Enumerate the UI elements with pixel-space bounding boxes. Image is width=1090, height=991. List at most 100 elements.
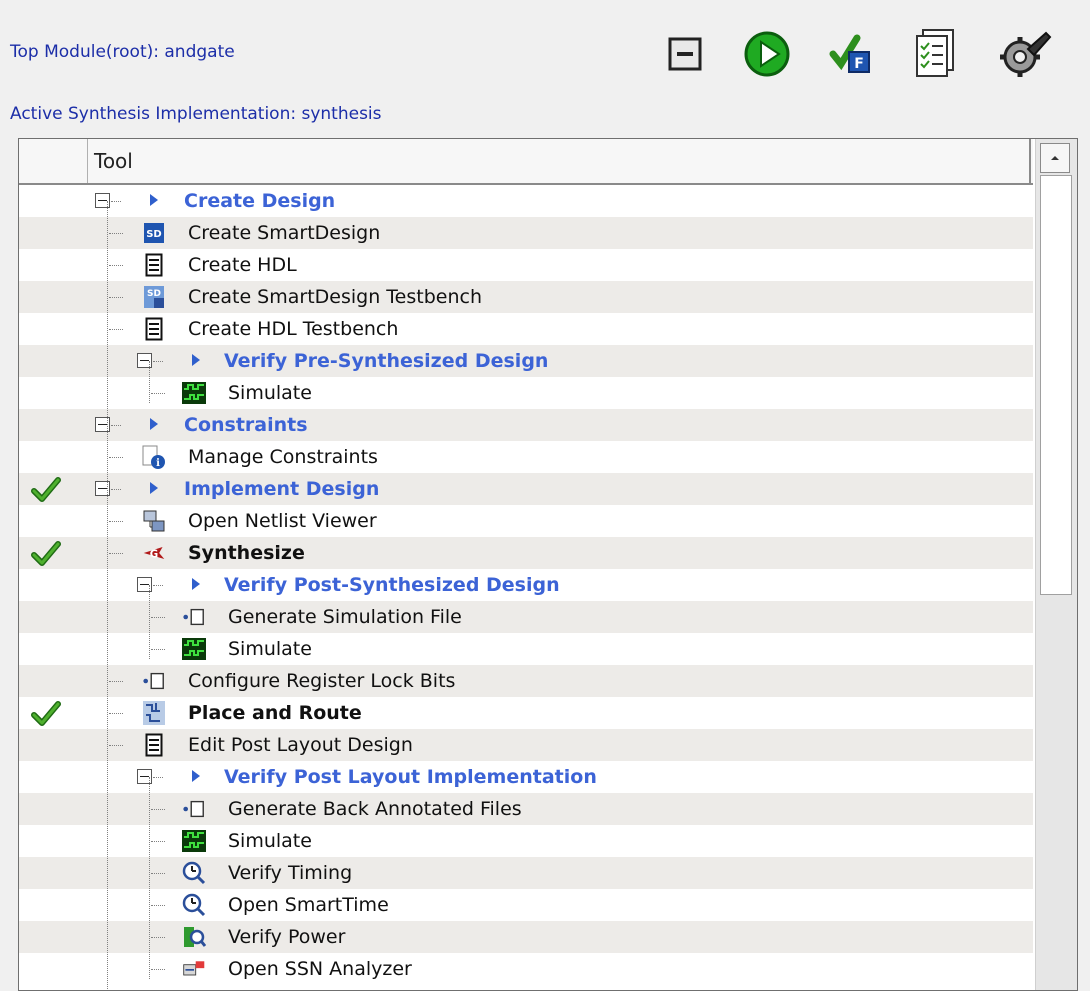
document-icon [142,317,166,341]
group-arrow-icon [150,482,158,494]
tree-row-label: Simulate [228,830,312,852]
smartdesign-testbench-icon: SD [142,285,166,309]
group-arrow-icon [192,770,200,782]
tree-header: Tool [19,139,1033,185]
completed-check-icon [31,541,61,567]
tree-group-row[interactable]: Constraints [19,409,1033,441]
svg-text:F: F [854,56,864,72]
tree-group-row[interactable]: Verify Post-Synthesized Design [19,569,1033,601]
tree-item-row[interactable]: Simulate [19,377,1033,409]
tree-item-row[interactable]: Open SSN Analyzer [19,953,1033,985]
power-icon [182,925,206,949]
completed-check-icon [31,701,61,727]
tree-row-label: Open Netlist Viewer [188,510,377,532]
place-route-icon [142,701,166,725]
report-button[interactable] [905,22,965,86]
tree-row-label: Verify Power [228,926,346,948]
group-arrow-icon [192,354,200,366]
generate-file-icon [182,797,206,821]
tree-row-label: Synthesize [188,542,305,564]
wrench-gear-icon [1000,31,1052,77]
tree-item-row[interactable]: G Synthesize [19,537,1033,569]
tree-row-label: Verify Post-Synthesized Design [224,574,560,596]
scroll-thumb[interactable] [1040,175,1072,595]
collapse-icon [668,37,702,71]
timing-icon [182,861,206,885]
tree-item-row[interactable]: Simulate [19,825,1033,857]
tree-row-label: Create SmartDesign [188,222,381,244]
tree-item-row[interactable]: Place and Route [19,697,1033,729]
tree-row-label: Create SmartDesign Testbench [188,286,482,308]
tree-row-label: Simulate [228,638,312,660]
svg-text:G: G [150,548,158,560]
svg-text:i: i [156,458,160,469]
tree-group-row[interactable]: Implement Design [19,473,1033,505]
group-arrow-icon [150,194,158,206]
tree-item-row[interactable]: Generate Simulation File [19,601,1033,633]
tree-row-label: Verify Timing [228,862,353,884]
synthesize-icon: G [142,541,166,565]
tree-item-row[interactable]: Simulate [19,633,1033,665]
collapse-all-button[interactable] [655,22,715,86]
tool-column-header[interactable]: Tool [88,139,1031,183]
timing-icon [182,893,206,917]
tree-row-label: Implement Design [184,478,380,500]
active-implementation-label: Active Synthesis Implementation: synthes… [10,104,382,124]
status-column-header[interactable] [19,139,88,183]
tree-item-row[interactable]: Edit Post Layout Design [19,729,1033,761]
scroll-up-arrow[interactable] [1040,143,1070,173]
tree-item-row[interactable]: Open SmartTime [19,889,1033,921]
group-arrow-icon [150,418,158,430]
generate-file-icon [142,669,166,693]
run-button[interactable] [737,22,797,86]
tree-row-label: Create Design [184,190,336,212]
flow-check-button[interactable]: F [821,22,881,86]
tree-row-label: Generate Back Annotated Files [228,798,522,820]
tree-row-label: Edit Post Layout Design [188,734,413,756]
tree-group-row[interactable]: Verify Pre-Synthesized Design [19,345,1033,377]
document-icon [142,253,166,277]
tree-row-label: Generate Simulation File [228,606,462,628]
completed-check-icon [31,477,61,503]
tree-item-row[interactable]: Create HDL Testbench [19,313,1033,345]
design-flow-toolbar: F [655,22,1065,92]
tree-row-label: Create HDL [188,254,297,276]
tree-item-row[interactable]: Configure Register Lock Bits [19,665,1033,697]
waveform-icon [182,637,206,661]
vertical-scrollbar[interactable] [1035,139,1077,990]
tree-item-row[interactable]: Verify Timing [19,857,1033,889]
tree-item-row[interactable]: Create HDL [19,249,1033,281]
group-arrow-icon [192,578,200,590]
tree-row-label: Simulate [228,382,312,404]
tree-group-row[interactable]: Create Design [19,185,1033,217]
tree-row-label: Verify Pre-Synthesized Design [224,350,549,372]
tree-item-row[interactable]: i Manage Constraints [19,441,1033,473]
tree-row-label: Create HDL Testbench [188,318,399,340]
tree-item-row[interactable]: Open Netlist Viewer [19,505,1033,537]
tree-row-label: Verify Post Layout Implementation [224,766,597,788]
top-module-label: Top Module(root): andgate [10,42,235,62]
flow-check-icon: F [829,34,870,73]
tree-group-row[interactable]: Verify Post Layout Implementation [19,761,1033,793]
ssn-icon [182,957,206,981]
svg-text:SD: SD [146,229,162,240]
design-flow-tree: Tool Create Design SD Create SmartDesign Cr… [18,138,1078,991]
tree-row-label: Open SmartTime [228,894,389,916]
tree-row-label: Open SSN Analyzer [228,958,412,980]
constraint-icon: i [142,445,166,469]
options-button[interactable] [995,22,1055,86]
waveform-icon [182,829,206,853]
document-icon [142,733,166,757]
tree-rows: Create Design SD Create SmartDesign Create … [19,185,1033,990]
waveform-icon [182,381,206,405]
tree-item-row[interactable]: Verify Power [19,921,1033,953]
report-icon [916,29,954,77]
generate-file-icon [182,605,206,629]
tree-item-row[interactable]: SD Create SmartDesign [19,217,1033,249]
smartdesign-icon: SD [142,221,166,245]
tree-row-label: Place and Route [188,702,362,724]
tree-item-row[interactable]: Generate Back Annotated Files [19,793,1033,825]
tree-row-label: Manage Constraints [188,446,378,468]
tree-row-label: Configure Register Lock Bits [188,670,456,692]
tree-item-row[interactable]: SD Create SmartDesign Testbench [19,281,1033,313]
